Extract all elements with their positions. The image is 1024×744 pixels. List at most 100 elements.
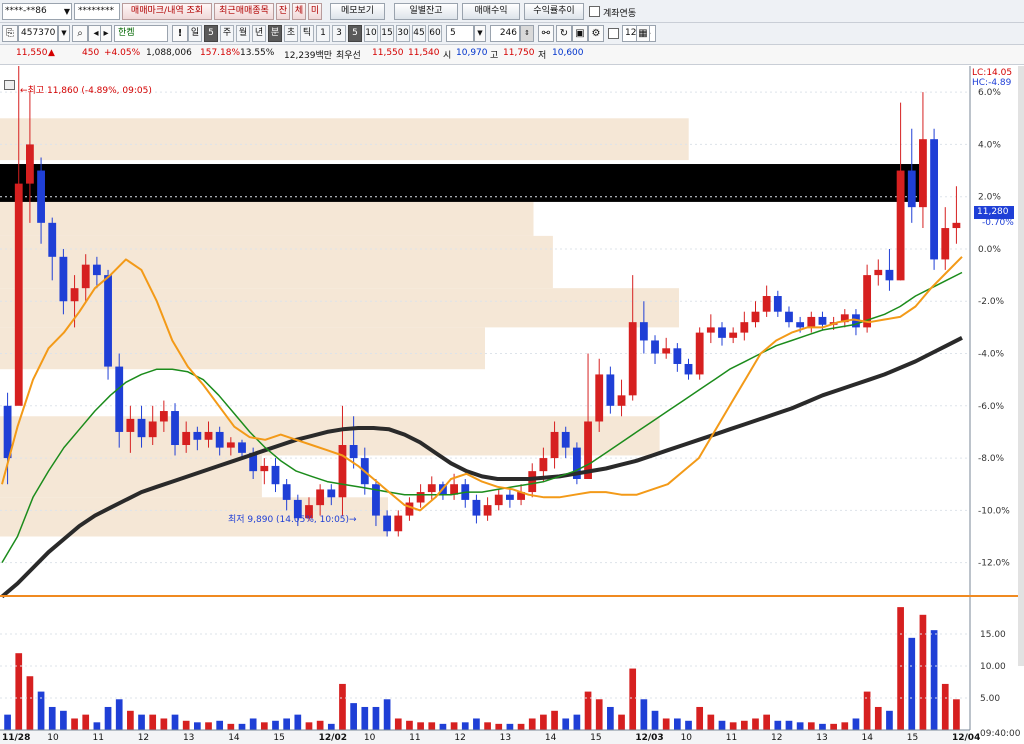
balance-button[interactable]: 잔 xyxy=(276,3,290,20)
candle-body-56 xyxy=(628,322,637,396)
volume-bar-51 xyxy=(573,714,581,730)
settings-icon[interactable]: ⚙ xyxy=(588,25,604,42)
period-button-5[interactable]: 분 xyxy=(268,25,282,42)
volume-bar-42 xyxy=(473,718,480,730)
account-link-label: 계좌연동 xyxy=(603,9,637,19)
x-tick-label-15: 10 xyxy=(681,733,693,743)
account-value: ****-**86 xyxy=(5,6,47,16)
right-scrollbar[interactable] xyxy=(1018,66,1024,666)
chevron-down-icon[interactable]: ▼ xyxy=(64,4,70,19)
save-icon[interactable]: ▣ xyxy=(572,25,588,42)
period-button-8[interactable]: 1 xyxy=(316,25,330,42)
trade-marks-button[interactable]: 매매마크/내역 조회 xyxy=(122,3,212,20)
account-combo[interactable]: ****-**86 ▼ xyxy=(2,3,72,20)
candle-body-71 xyxy=(796,322,805,328)
volume-bar-5 xyxy=(60,710,67,730)
period-button-13[interactable]: 30 xyxy=(396,25,410,42)
profit-rate-button[interactable]: 수익률추이 xyxy=(524,3,584,20)
volume-bar-38 xyxy=(428,722,436,730)
stock-name-field[interactable]: 한켐 xyxy=(114,25,168,42)
change-rate: +4.05% xyxy=(104,48,141,58)
candle-body-7 xyxy=(81,264,90,289)
volume-bar-35 xyxy=(394,718,402,730)
period-button-0[interactable]: 일 xyxy=(188,25,202,42)
period-button-10[interactable]: 5 xyxy=(348,25,362,42)
unfilled-button[interactable]: 미 xyxy=(308,3,322,20)
count-stepper-icon[interactable]: ⇕ xyxy=(520,25,534,42)
bar-count-input[interactable]: 246 xyxy=(490,25,520,42)
top-toolbar: ****-**86 ▼ ******** 매매마크/내역 조회 최근매매종목 잔… xyxy=(0,0,1024,23)
price-chart[interactable]: 6.0% 4.0% 2.0% 0.0% -2.0% -4.0% -6.0% -8.0% -10.… xyxy=(0,66,1024,744)
volume-bar-25 xyxy=(283,718,290,730)
y-tick-label-9: -12.0% xyxy=(978,559,1010,569)
candle-body-5 xyxy=(59,256,68,302)
calendar-icon[interactable]: ▦ xyxy=(636,25,650,42)
high-price: 11,750 xyxy=(503,48,535,58)
volume-bar-22 xyxy=(249,718,257,730)
candle-body-44 xyxy=(494,494,503,506)
up-arrow-icon: ▲ xyxy=(48,48,55,58)
password-field[interactable]: ******** xyxy=(74,3,120,20)
volume-bar-74 xyxy=(830,723,837,730)
period-button-11[interactable]: 10 xyxy=(364,25,378,42)
trade-profit-button[interactable]: 매매수익 xyxy=(462,3,520,20)
chart-settings-icon[interactable] xyxy=(4,80,15,90)
code-dropdown-icon[interactable]: ▼ xyxy=(58,25,70,42)
period-button-2[interactable]: 주 xyxy=(220,25,234,42)
volume-bar-9 xyxy=(104,706,112,730)
x-tick-label-18: 13 xyxy=(816,733,827,743)
volume-bar-81 xyxy=(908,637,916,730)
x-tick-label-6: 15 xyxy=(273,733,284,743)
refresh-icon[interactable]: ↻ xyxy=(556,25,572,42)
period-button-6[interactable]: 초 xyxy=(284,25,298,42)
candle-body-20 xyxy=(226,442,235,448)
period-button-1[interactable]: 5 xyxy=(204,25,218,42)
candle-body-72 xyxy=(807,316,816,328)
stock-code-input[interactable]: 457370 xyxy=(18,25,58,42)
period-button-3[interactable]: 월 xyxy=(236,25,250,42)
chart-canvas[interactable]: 6.0% 4.0% 2.0% 0.0% -2.0% -4.0% -6.0% -8.0% -10.… xyxy=(0,66,1024,744)
memo-button[interactable]: 메모보기 xyxy=(330,3,385,20)
volume-profile-bar-5 xyxy=(0,416,660,456)
volume-bar-46 xyxy=(517,723,525,730)
candle-body-69 xyxy=(773,296,782,312)
volume-bar-72 xyxy=(807,722,815,730)
forward-arrow-icon[interactable]: ▸ xyxy=(100,25,112,42)
volume-bar-40 xyxy=(450,722,458,730)
candle-body-12 xyxy=(137,418,146,438)
interval-select[interactable]: 5 xyxy=(446,25,474,42)
lc-label: LC:14.05 xyxy=(972,68,1013,78)
volume-bar-0 xyxy=(4,714,11,730)
candle-body-28 xyxy=(316,489,325,506)
candle-body-64 xyxy=(718,327,726,338)
search-icon[interactable]: ⌕ xyxy=(72,25,88,42)
account-link-checkbox[interactable] xyxy=(589,6,600,17)
date-checkbox[interactable] xyxy=(608,28,619,39)
recent-trades-button[interactable]: 최근매매종목 xyxy=(214,3,274,20)
zoom-icon[interactable]: ⚯ xyxy=(538,25,554,42)
period-button-9[interactable]: 3 xyxy=(332,25,346,42)
interval-dropdown-icon[interactable]: ▼ xyxy=(474,25,486,42)
x-tick-label-3: 12 xyxy=(138,733,149,743)
volume-bar-62 xyxy=(696,706,704,730)
candle-body-45 xyxy=(506,494,514,500)
period-button-14[interactable]: 45 xyxy=(412,25,426,42)
alert-icon[interactable]: ! xyxy=(172,25,188,42)
volume-bar-24 xyxy=(272,720,279,730)
link-icon[interactable]: ⎘ xyxy=(2,25,18,42)
x-tick-label-11: 13 xyxy=(500,733,511,743)
volume-bar-70 xyxy=(785,720,793,730)
period-button-12[interactable]: 15 xyxy=(380,25,394,42)
volume-bar-69 xyxy=(774,720,782,730)
volume-profile-bar-6 xyxy=(0,455,262,498)
volume-bar-64 xyxy=(718,720,726,730)
candle-body-73 xyxy=(818,316,827,325)
filled-button[interactable]: 체 xyxy=(292,3,306,20)
period-button-4[interactable]: 년 xyxy=(252,25,266,42)
x-tick-label-2: 11 xyxy=(92,733,103,743)
period-button-15[interactable]: 60 xyxy=(428,25,442,42)
daily-balance-button[interactable]: 일별잔고 xyxy=(394,3,458,20)
candle-body-30 xyxy=(338,445,347,498)
period-button-7[interactable]: 틱 xyxy=(300,25,314,42)
y-tick-label-2: 2.0% xyxy=(978,193,1001,203)
